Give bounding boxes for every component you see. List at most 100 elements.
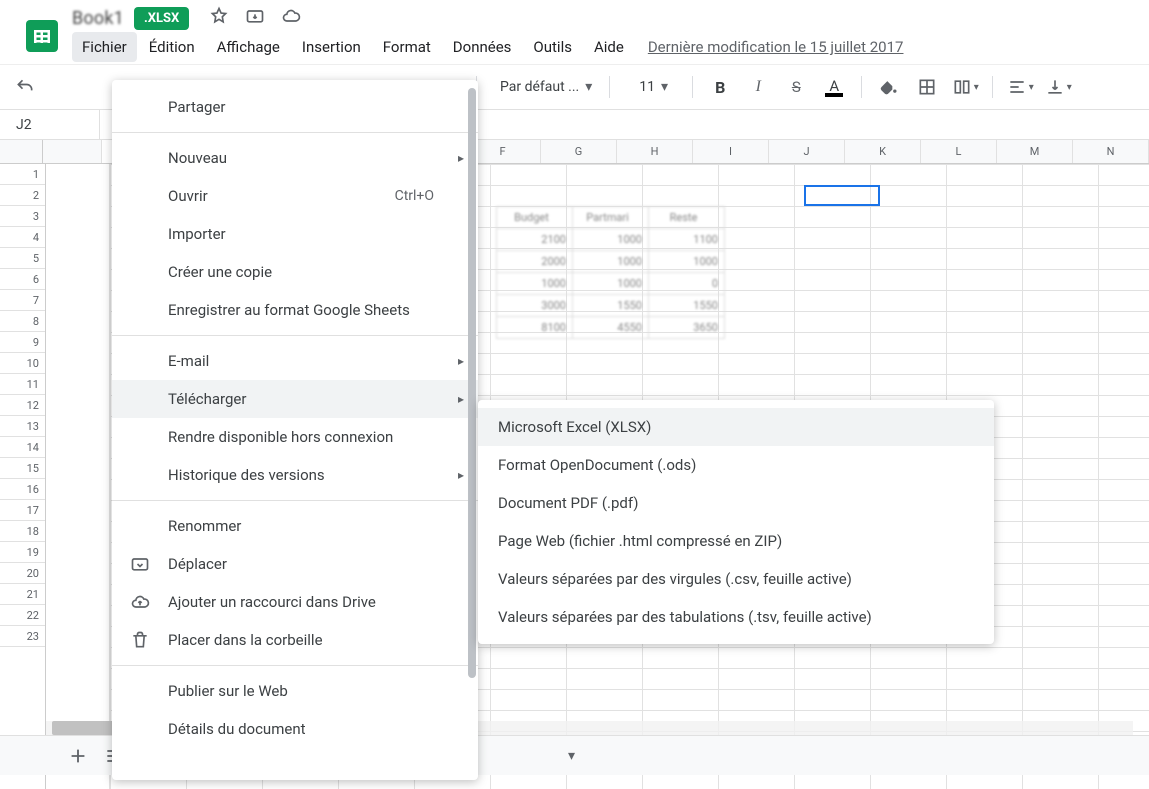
download-option[interactable]: Page Web (fichier .html compressé en ZIP… <box>478 522 994 560</box>
selection-outline <box>804 185 880 206</box>
row-header[interactable]: 10 <box>0 353 45 374</box>
keyboard-shortcut: Ctrl+O <box>395 188 434 204</box>
document-title[interactable]: Book1 <box>72 8 124 29</box>
menu-item-placer-dans-la-corbeille[interactable]: Placer dans la corbeille <box>112 621 478 659</box>
menu-item-label: Télécharger <box>168 390 246 408</box>
row-header[interactable]: 18 <box>0 521 45 542</box>
trash-icon <box>128 630 152 650</box>
cloud-status-icon[interactable] <box>281 6 301 30</box>
move-folder-icon[interactable] <box>245 6 265 30</box>
download-option-label: Format OpenDocument (.ods) <box>498 456 696 474</box>
italic-button[interactable]: I <box>741 70 775 104</box>
col-header[interactable]: H <box>617 140 693 163</box>
menu-fichier[interactable]: Fichier <box>72 32 137 62</box>
menu-item-importer[interactable]: Importer <box>112 215 478 253</box>
menu-item-renommer[interactable]: Renommer <box>112 507 478 545</box>
menu-affichage[interactable]: Affichage <box>207 32 290 62</box>
chevron-right-icon: ▸ <box>458 468 464 482</box>
col-header[interactable]: K <box>845 140 921 163</box>
row-header[interactable]: 20 <box>0 563 45 584</box>
menu-item-nouveau[interactable]: Nouveau▸ <box>112 139 478 177</box>
menu-item-ouvrir[interactable]: OuvrirCtrl+O <box>112 177 478 215</box>
menu-item-publier-sur-le-web[interactable]: Publier sur le Web <box>112 672 478 710</box>
row-header[interactable]: 4 <box>0 227 45 248</box>
col-header[interactable]: G <box>541 140 617 163</box>
menu-separator <box>112 335 478 336</box>
name-box[interactable]: J2 <box>0 110 100 140</box>
menu-item-t-l-charger[interactable]: Télécharger▸ <box>112 380 478 418</box>
menu-separator <box>112 500 478 501</box>
menu-insertion[interactable]: Insertion <box>292 32 371 62</box>
row-header[interactable]: 5 <box>0 248 45 269</box>
col-header[interactable]: L <box>921 140 997 163</box>
font-family-dropdown[interactable]: Par défaut ... ▾ <box>487 72 599 102</box>
sheet-tab-caret[interactable]: ▾ <box>568 748 575 764</box>
row-header[interactable]: 23 <box>0 626 45 647</box>
horizontal-align-button[interactable]: ▾ <box>1003 70 1037 104</box>
col-header[interactable]: N <box>1073 140 1149 163</box>
dropdown-scrollbar[interactable] <box>468 88 476 760</box>
menu-item-cr-er-une-copie[interactable]: Créer une copie <box>112 253 478 291</box>
select-all-corner[interactable] <box>0 140 43 163</box>
download-submenu: Microsoft Excel (XLSX) Format OpenDocumen… <box>478 400 994 644</box>
download-option-label: Valeurs séparées par des tabulations (.t… <box>498 608 872 626</box>
menu-format[interactable]: Format <box>373 32 441 62</box>
vertical-align-button[interactable]: ▾ <box>1041 70 1075 104</box>
menu-item-ajouter-un-raccourci-dans-drive[interactable]: Ajouter un raccourci dans Drive <box>112 583 478 621</box>
menu-aide[interactable]: Aide <box>584 32 634 62</box>
xlsx-badge: .XLSX <box>134 7 189 30</box>
row-header[interactable]: 16 <box>0 479 45 500</box>
row-header[interactable]: 22 <box>0 605 45 626</box>
row-header[interactable]: 15 <box>0 458 45 479</box>
row-header[interactable]: 8 <box>0 311 45 332</box>
col-header[interactable]: M <box>997 140 1073 163</box>
col-header[interactable]: J <box>769 140 845 163</box>
row-header[interactable]: 19 <box>0 542 45 563</box>
undo-button[interactable] <box>8 70 42 104</box>
download-option[interactable]: Valeurs séparées par des tabulations (.t… <box>478 598 994 636</box>
row-header[interactable]: 14 <box>0 437 45 458</box>
menu-separator <box>112 132 478 133</box>
menubar: Fichier Édition Affichage Insertion Form… <box>72 32 903 62</box>
menu-item-enregistrer-au-format-google-sheets[interactable]: Enregistrer au format Google Sheets <box>112 291 478 329</box>
menu-item-rendre-disponible-hors-connexion[interactable]: Rendre disponible hors connexion <box>112 418 478 456</box>
download-option-label: Page Web (fichier .html compressé en ZIP… <box>498 532 782 550</box>
row-header[interactable]: 9 <box>0 332 45 353</box>
merge-cells-button[interactable]: ▾ <box>948 70 982 104</box>
fill-color-button[interactable] <box>872 70 906 104</box>
add-sheet-button[interactable] <box>60 738 96 774</box>
col-header[interactable]: I <box>693 140 769 163</box>
sheets-logo[interactable] <box>22 16 62 56</box>
star-icon[interactable] <box>209 6 229 30</box>
row-header[interactable]: 17 <box>0 500 45 521</box>
row-header[interactable]: 6 <box>0 269 45 290</box>
bold-button[interactable]: B <box>703 70 737 104</box>
menu-item-historique-des-versions[interactable]: Historique des versions▸ <box>112 456 478 494</box>
menu-edition[interactable]: Édition <box>139 32 205 62</box>
row-header[interactable]: 12 <box>0 395 45 416</box>
strikethrough-button[interactable]: S <box>779 70 813 104</box>
row-header[interactable]: 1 <box>0 164 45 185</box>
row-header[interactable]: 2 <box>0 185 45 206</box>
menu-item-e-mail[interactable]: E-mail▸ <box>112 342 478 380</box>
row-header[interactable]: 21 <box>0 584 45 605</box>
font-size-dropdown[interactable]: 11 ▾ <box>620 72 682 102</box>
download-option[interactable]: Format OpenDocument (.ods) <box>478 446 994 484</box>
menu-item-d-tails-du-document[interactable]: Détails du document <box>112 710 478 748</box>
menu-separator <box>112 665 478 666</box>
row-header[interactable]: 11 <box>0 374 45 395</box>
row-header[interactable]: 7 <box>0 290 45 311</box>
menu-item-label: Enregistrer au format Google Sheets <box>168 301 410 319</box>
download-option[interactable]: Microsoft Excel (XLSX) <box>478 408 994 446</box>
row-header[interactable]: 3 <box>0 206 45 227</box>
borders-button[interactable] <box>910 70 944 104</box>
last-modified-link[interactable]: Dernière modification le 15 juillet 2017 <box>648 38 904 56</box>
row-header[interactable]: 13 <box>0 416 45 437</box>
download-option[interactable]: Valeurs séparées par des virgules (.csv,… <box>478 560 994 598</box>
menu-donnees[interactable]: Données <box>443 32 522 62</box>
menu-item-partager[interactable]: Partager <box>112 88 478 126</box>
menu-outils[interactable]: Outils <box>523 32 582 62</box>
download-option[interactable]: Document PDF (.pdf) <box>478 484 994 522</box>
text-color-button[interactable]: A <box>817 70 851 104</box>
menu-item-d-placer[interactable]: Déplacer <box>112 545 478 583</box>
